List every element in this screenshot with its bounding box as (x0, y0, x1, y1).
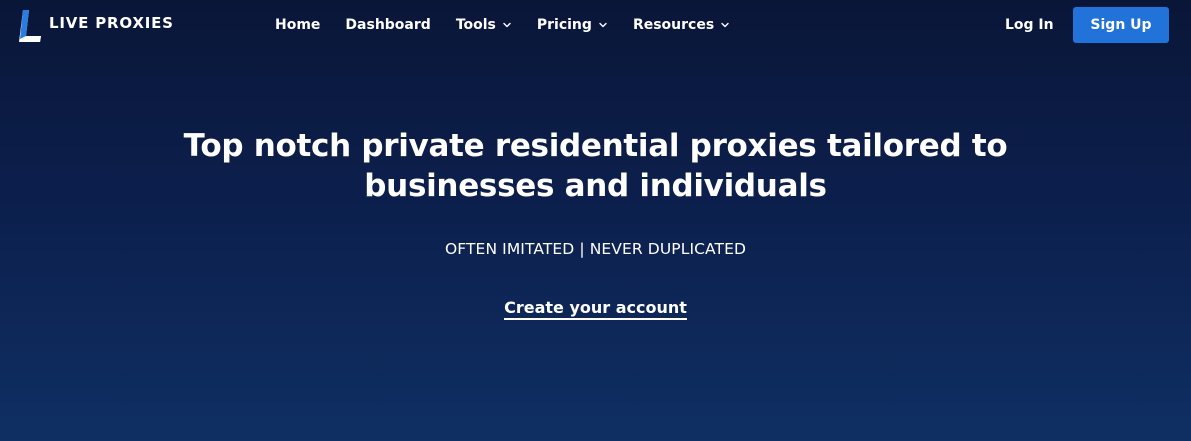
nav-item-pricing[interactable]: Pricing (537, 17, 608, 33)
hero-title-line-2: businesses and individuals (364, 168, 827, 204)
signup-button[interactable]: Sign Up (1073, 7, 1169, 43)
nav-item-label: Pricing (536, 17, 592, 33)
nav-item-label: Home (275, 17, 321, 33)
login-link[interactable]: Log In (1005, 0, 1054, 50)
create-account-link[interactable]: Create your account (504, 298, 687, 320)
live-proxies-logo-icon (19, 10, 41, 42)
nav-item-label: Tools (455, 17, 496, 33)
nav-item-label: Resources (632, 17, 715, 33)
hero-title: Top notch private residential proxies ta… (0, 126, 1191, 206)
nav-item-resources[interactable]: Resources (633, 17, 730, 33)
nav-item-dashboard[interactable]: Dashboard (345, 17, 430, 33)
brand-name: LIVE PROXIES (49, 14, 174, 32)
brand-logo[interactable]: LIVE PROXIES (17, 6, 174, 44)
main-nav: Home Dashboard Tools Pricing Resources (275, 0, 755, 50)
nav-item-label: Dashboard (345, 17, 431, 33)
hero-title-line-1: Top notch private residential proxies ta… (183, 128, 1008, 164)
chevron-down-icon (721, 22, 729, 28)
top-navbar: LIVE PROXIES Home Dashboard Tools Pricin… (0, 0, 1191, 50)
chevron-down-icon (503, 22, 511, 28)
hero-tagline: OFTEN IMITATED | NEVER DUPLICATED (444, 240, 747, 258)
chevron-down-icon (599, 22, 607, 28)
nav-item-home[interactable]: Home (275, 17, 320, 33)
nav-item-tools[interactable]: Tools (456, 17, 512, 33)
hero-section: Top notch private residential proxies ta… (0, 126, 1191, 320)
